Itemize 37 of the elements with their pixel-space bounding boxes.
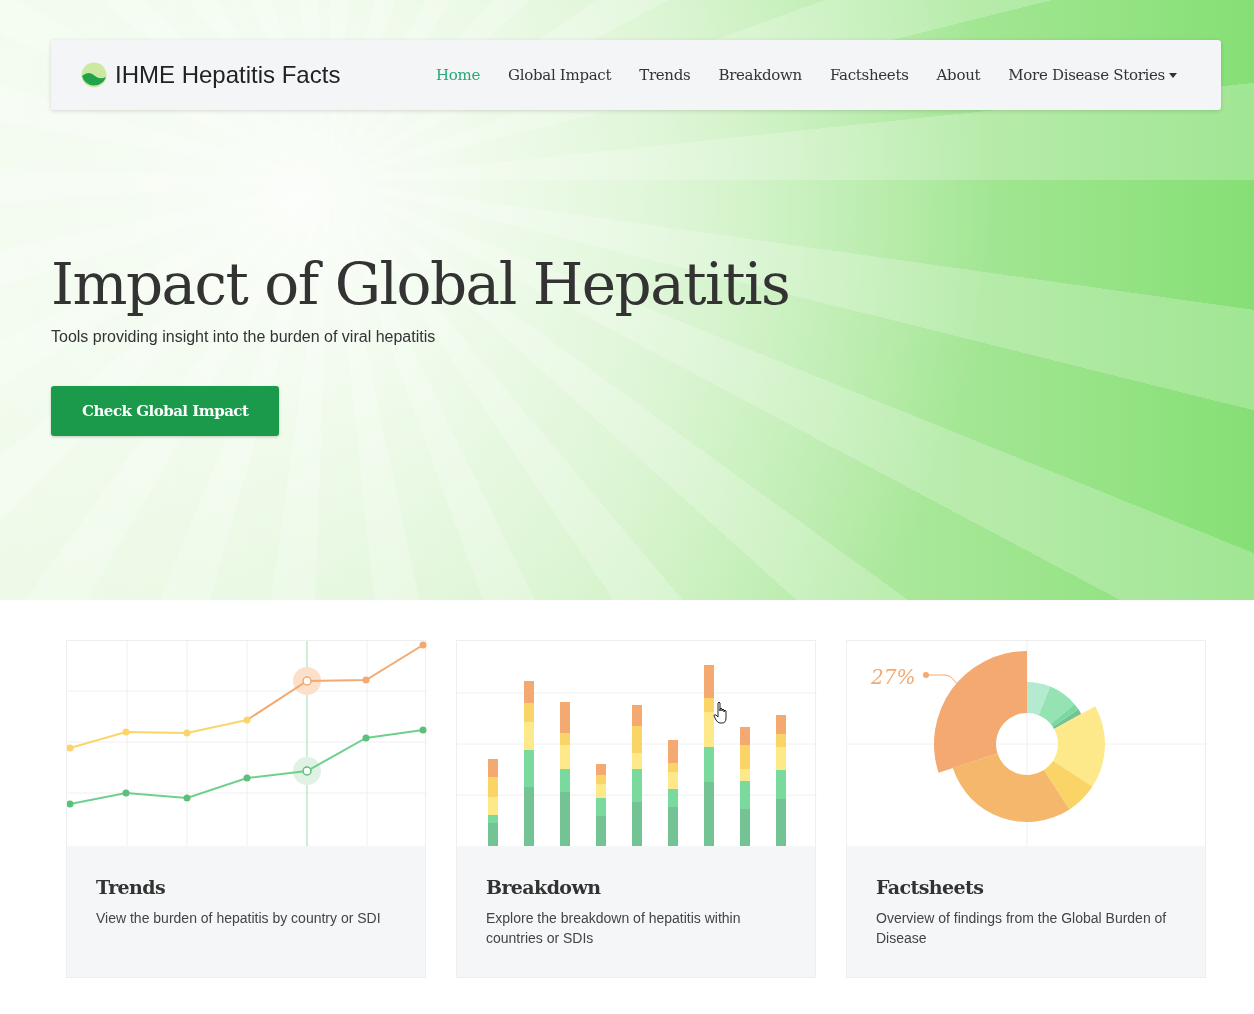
nav-link[interactable]: Trends (625, 58, 705, 92)
percent-label: 27% (871, 665, 916, 689)
card-description: View the burden of hepatitis by country or SDI (96, 909, 382, 928)
hero-subtitle: Tools providing insight into the burden of viral hepatitis (51, 328, 437, 346)
chart-point (183, 729, 191, 737)
chart-point (419, 726, 427, 734)
card-title: Breakdown (486, 876, 602, 898)
feature-card[interactable]: Trends View the burden of hepatitis by country or SDI (66, 640, 426, 978)
logo-icon (81, 62, 107, 88)
chart-point (362, 676, 370, 684)
nav-link[interactable]: About (922, 58, 995, 92)
hero-title: Impact of Global Hepatitis (51, 250, 791, 318)
chart-point (302, 766, 312, 776)
check-impact-button[interactable]: Check Global Impact (51, 386, 280, 436)
nav-link[interactable]: Breakdown (704, 58, 816, 92)
brand-name: IHME Hepatitis Facts (115, 61, 341, 89)
feature-card[interactable]: Breakdown Explore the breakdown of hepatitis within countries or SDIs (456, 640, 816, 978)
chart-point (243, 774, 251, 782)
chart-point (67, 744, 74, 752)
chart-point (122, 728, 130, 736)
feature-card[interactable]: 27% Factsheets Overview of findings from the Global Burden of Disease (846, 640, 1206, 978)
chart-point (419, 641, 427, 649)
chart-point (243, 716, 251, 724)
caret-icon (1169, 72, 1177, 78)
card-title: Trends (96, 876, 167, 898)
card-title: Factsheets (876, 876, 985, 898)
dropdown-menu-link[interactable]: More Disease Stories (994, 58, 1191, 92)
chart-point (302, 676, 312, 686)
card-description: Explore the breakdown of hepatitis within countries or SDIs (486, 909, 742, 948)
chart-point (67, 800, 74, 808)
chart-point (362, 734, 370, 742)
chart-point (183, 794, 191, 802)
card-description: Overview of findings from the Global Burden of Disease (876, 909, 1168, 948)
leader-line (923, 672, 958, 685)
nav-link[interactable]: Global Impact (494, 58, 626, 92)
chart-point (122, 789, 130, 797)
nav-link[interactable]: Factsheets (815, 58, 923, 92)
